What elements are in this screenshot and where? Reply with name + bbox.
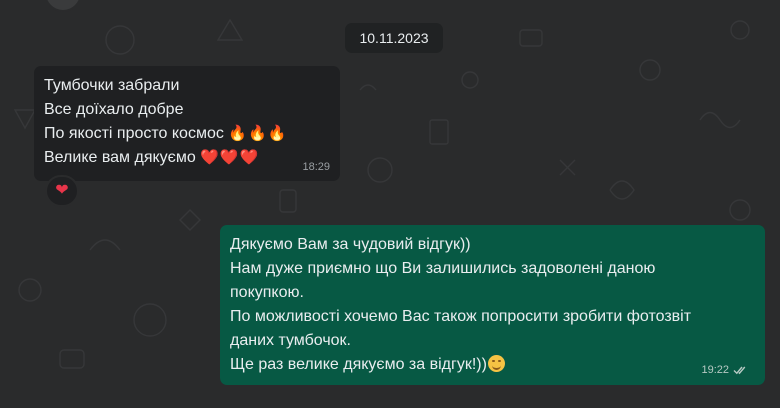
message-line: Все доїхало добре [44,101,184,118]
message-time: 18:29 [302,161,330,173]
message-meta: 19:22 [701,364,749,376]
outgoing-message-bubble[interactable]: Дякуємо Вам за чудовий відгук)) Нам дуже… [220,225,765,385]
heart-reaction-icon[interactable]: ❤ [45,175,79,207]
message-line: Нам дуже приємно що Ви залишились задово… [230,260,656,277]
message-text: Дякуємо Вам за чудовий відгук)) Нам дуже… [230,233,755,377]
message-line: По можливості хочемо Вас також попросити… [230,308,692,325]
read-double-check-icon [733,366,746,375]
message-line: Велике вам дякуємо ❤️❤️❤️ [44,149,260,166]
incoming-message-bubble[interactable]: Тумбочки забрали Все доїхало добре По як… [34,66,340,181]
heart-emoji-icon: ❤️❤️❤️ [200,149,260,166]
smiling-face-icon [487,355,505,372]
message-line: даних тумбочок. [230,332,351,349]
date-separator: 10.11.2023 [345,23,443,53]
message-line: Ще раз велике дякуємо за відгук!)) [230,353,755,377]
message-line: Тумбочки забрали [44,77,180,94]
message-line: покупкою. [230,284,304,301]
message-line: По якості просто космос 🔥🔥🔥 [44,125,288,142]
fire-emoji-icon: 🔥🔥🔥 [228,125,288,142]
message-time: 19:22 [701,364,729,376]
message-line: Дякуємо Вам за чудовий відгук)) [230,236,471,253]
